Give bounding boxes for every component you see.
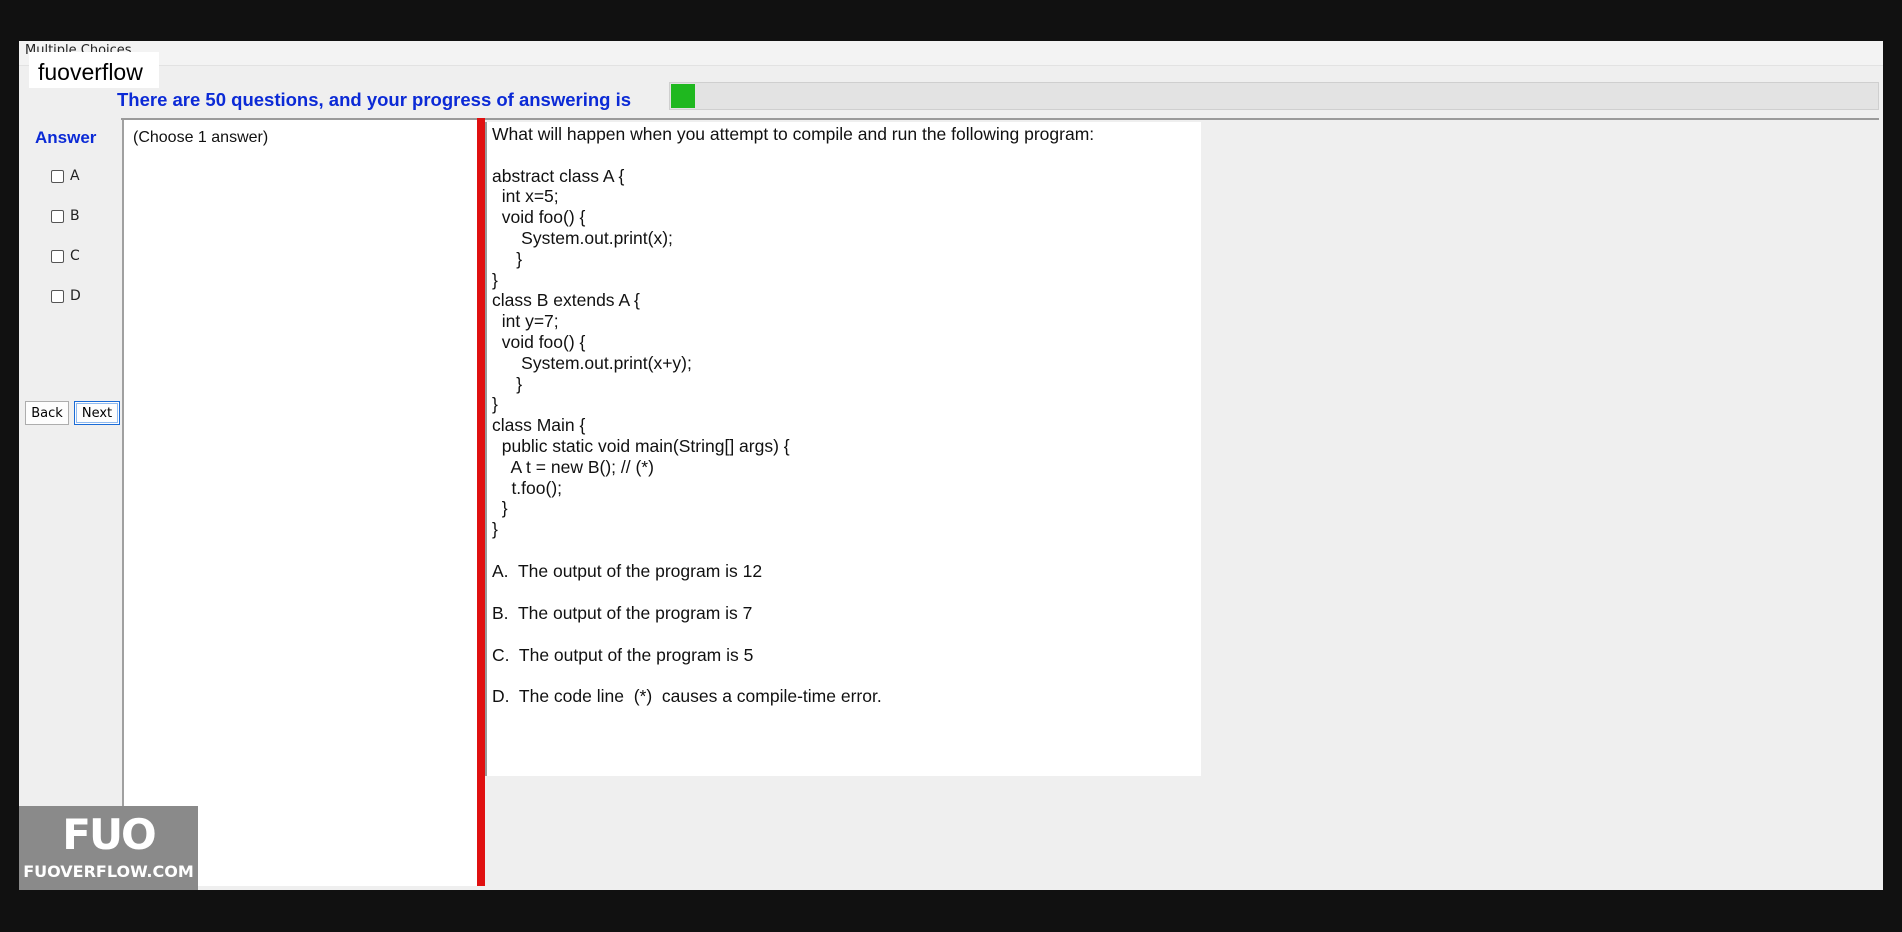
option-d-label: D (70, 288, 81, 304)
choose-hint: (Choose 1 answer) (133, 129, 269, 146)
title-bar: Multiple Choices (19, 41, 1883, 66)
progress-bar (669, 82, 1879, 110)
choice-b: B. The output of the program is 7 (492, 603, 753, 623)
checkbox-icon[interactable] (51, 209, 64, 223)
watermark-mark: FUO (62, 810, 157, 859)
choice-a: A. The output of the program is 12 (492, 561, 763, 581)
answer-panel[interactable]: (Choose 1 answer) (122, 120, 479, 886)
choice-c: C. The output of the program is 5 (492, 645, 754, 665)
question-panel: What will happen when you attempt to com… (485, 122, 1201, 776)
panel-splitter[interactable] (477, 118, 485, 886)
next-button[interactable]: Next (74, 401, 120, 425)
watermark-caption: FUOVERFLOW.COM (23, 862, 194, 881)
app-window: Multiple Choices fuoverflow There are 50… (19, 41, 1883, 890)
option-a-label: A (70, 168, 80, 184)
option-d-checkbox[interactable]: D (51, 288, 81, 304)
option-c-label: C (70, 248, 80, 264)
brand-badge: fuoverflow (29, 52, 159, 88)
checkbox-icon[interactable] (51, 249, 64, 263)
brand-name: fuoverflow (38, 59, 143, 85)
checkbox-icon[interactable] (51, 289, 64, 303)
question-text: What will happen when you attempt to com… (492, 124, 1095, 540)
choice-d: D. The code line (*) causes a compile-ti… (492, 686, 882, 706)
answer-heading: Answer (35, 128, 97, 147)
back-button[interactable]: Back (25, 401, 69, 425)
checkbox-icon[interactable] (51, 169, 64, 183)
progress-fill (671, 84, 695, 108)
option-a-checkbox[interactable]: A (51, 168, 80, 184)
option-b-checkbox[interactable]: B (51, 208, 80, 224)
option-b-label: B (70, 208, 80, 224)
option-c-checkbox[interactable]: C (51, 248, 80, 264)
progress-label: There are 50 questions, and your progres… (117, 89, 632, 110)
watermark-logo: FUO FUOVERFLOW.COM (19, 806, 198, 890)
